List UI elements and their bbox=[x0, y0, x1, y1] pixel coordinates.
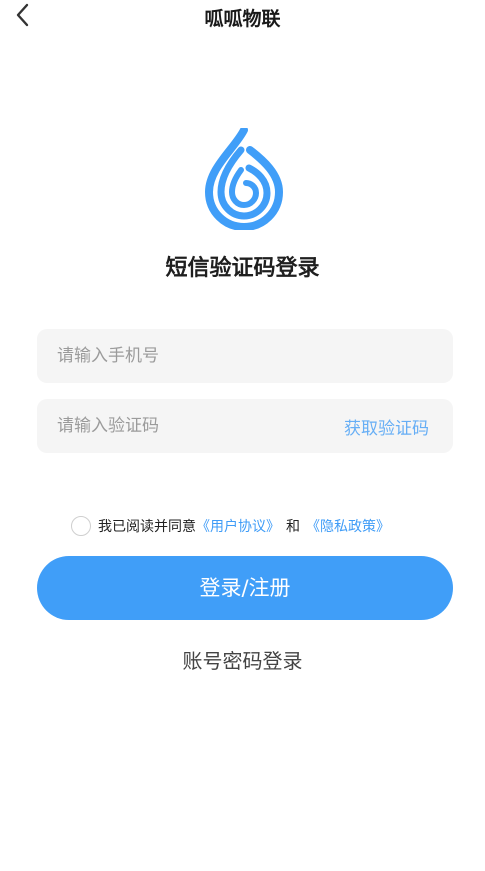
phone-field bbox=[37, 329, 453, 383]
privacy-policy-link[interactable]: 《隐私政策》 bbox=[306, 516, 390, 536]
phone-input[interactable] bbox=[57, 329, 327, 383]
login-register-button[interactable]: 登录/注册 bbox=[37, 556, 453, 620]
code-field: 获取验证码 bbox=[37, 399, 453, 453]
agreement-row: 我已阅读并同意 《用户协议》 和 《隐私政策》 bbox=[71, 515, 390, 537]
password-login-link[interactable]: 账号密码登录 bbox=[0, 645, 485, 674]
agreement-and: 和 bbox=[286, 519, 300, 535]
user-agreement-link[interactable]: 《用户协议》 bbox=[196, 516, 280, 536]
agreement-checkbox[interactable] bbox=[71, 516, 91, 536]
verification-code-input[interactable] bbox=[57, 399, 327, 453]
login-subtitle: 短信验证码登录 bbox=[165, 256, 320, 281]
get-code-button[interactable]: 获取验证码 bbox=[344, 414, 429, 439]
water-drop-logo-icon bbox=[204, 126, 284, 232]
agreement-prefix: 我已阅读并同意 bbox=[98, 519, 196, 535]
app-logo bbox=[204, 126, 284, 232]
header-bar: 呱呱物联 bbox=[0, 0, 485, 32]
page-title: 呱呱物联 bbox=[204, 8, 281, 30]
